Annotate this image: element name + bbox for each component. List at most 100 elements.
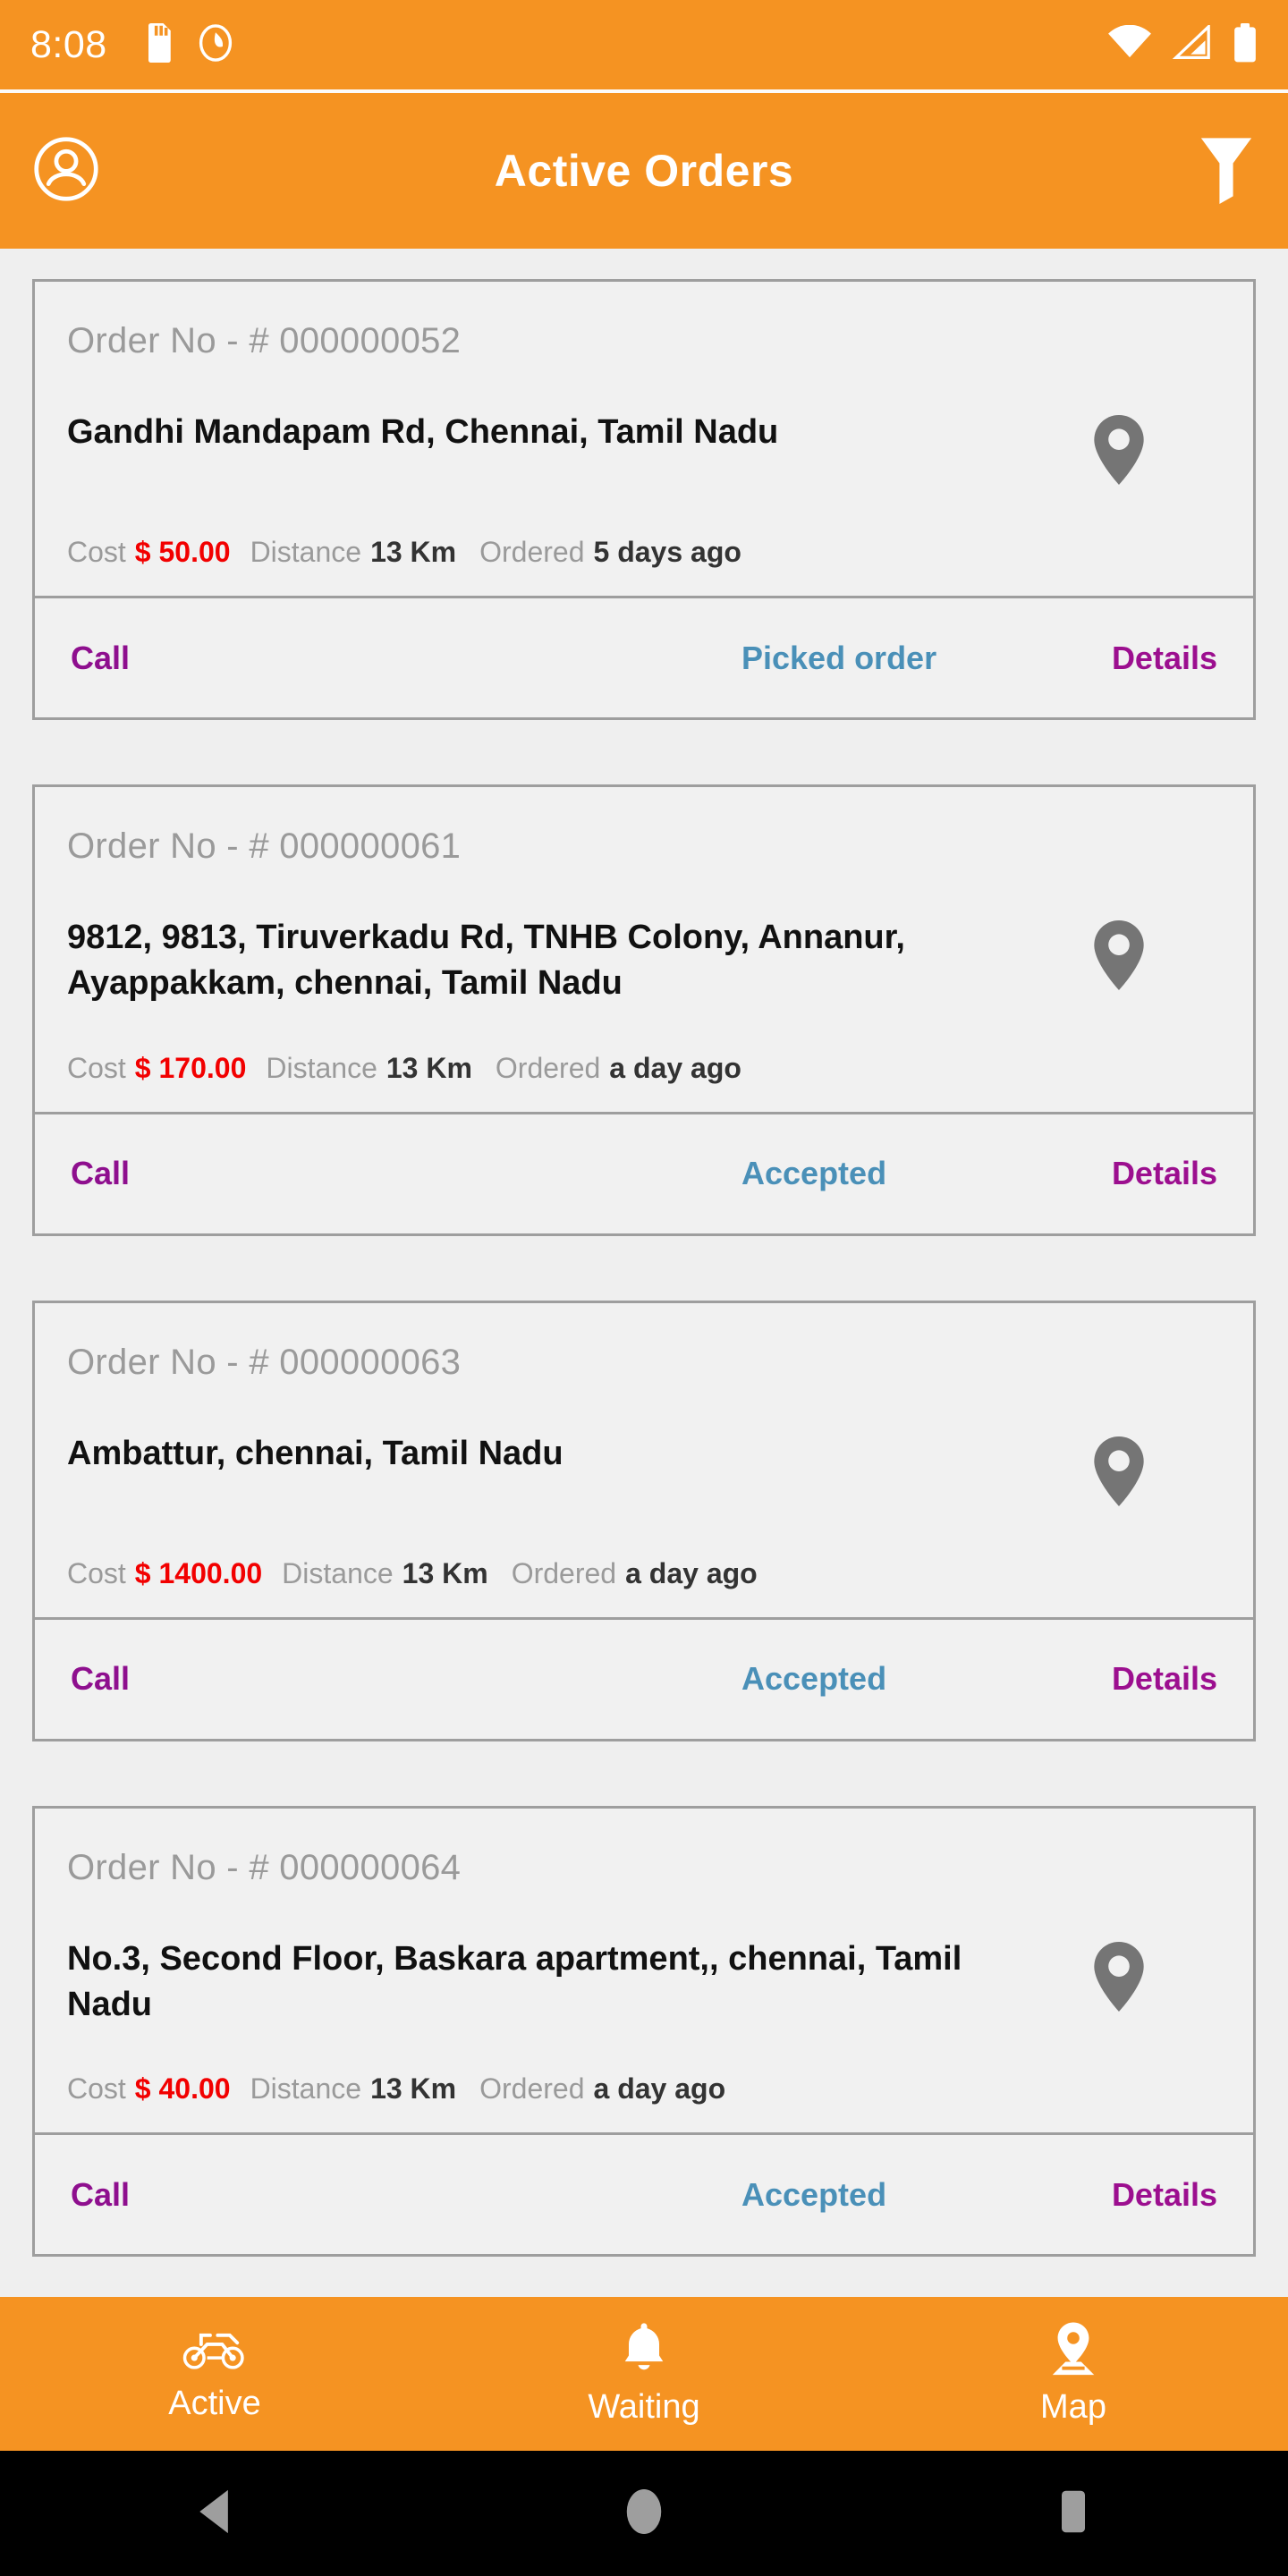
distance-label: Distance [250, 2072, 362, 2106]
order-address: 9812, 9813, Tiruverkadu Rd, TNHB Colony,… [67, 919, 905, 1003]
details-button[interactable]: Details [1112, 1155, 1217, 1192]
android-navigation-bar [0, 2451, 1288, 2576]
ordered-value: a day ago [609, 1051, 741, 1084]
call-button[interactable]: Call [71, 640, 130, 677]
distance-value: 13 Km [386, 1051, 472, 1084]
call-button[interactable]: Call [71, 1660, 130, 1698]
ordered-label: Ordered [511, 1556, 617, 1589]
order-address: Gandhi Mandapam Rd, Chennai, Tamil Nadu [67, 413, 779, 451]
map-pin-icon [1091, 1940, 1147, 2018]
nav-tab-active-label: Active [168, 2385, 261, 2422]
ordered-label: Ordered [479, 536, 585, 568]
distance-value: 13 Km [370, 2072, 457, 2106]
call-button[interactable]: Call [71, 1155, 130, 1192]
ordered-value: 5 days ago [593, 536, 741, 568]
map-pin-icon [1091, 413, 1147, 491]
home-circle-icon [622, 2487, 666, 2540]
recents-square-icon [1053, 2488, 1094, 2539]
map-pin-icon [1091, 1435, 1147, 1513]
nav-tab-waiting-label: Waiting [588, 2388, 700, 2426]
order-status-button[interactable]: Accepted [741, 2176, 886, 2214]
cell-signal-icon [1172, 22, 1213, 65]
order-card[interactable]: Order No - # 000000064 No.3, Second Floo… [32, 1805, 1256, 2258]
cost-label: Cost [67, 2072, 126, 2106]
order-number: Order No - # 000000063 [67, 1342, 462, 1382]
account-button[interactable] [32, 135, 100, 208]
order-card-body: Order No - # 000000064 No.3, Second Floo… [35, 1809, 1253, 2133]
sd-card-icon [143, 22, 174, 67]
android-recents-button[interactable] [859, 2488, 1288, 2539]
map-pin-button[interactable] [1087, 1431, 1151, 1513]
order-actions: Call Accepted Details [35, 1616, 1253, 1739]
phone-screen: 8:08 Active Orders Order No - # 00000005… [0, 0, 1288, 2576]
bell-icon [618, 2321, 670, 2381]
wifi-icon [1107, 24, 1152, 65]
status-bar-clock: 8:08 [30, 22, 107, 66]
battery-icon [1233, 22, 1258, 67]
distance-label: Distance [282, 1556, 394, 1589]
order-meta: Cost $ 1400.00 Distance 13 Km Ordered a … [67, 1557, 1221, 1590]
cost-label: Cost [67, 1051, 126, 1084]
distance-label: Distance [250, 536, 362, 568]
order-status-button[interactable]: Accepted [741, 1155, 886, 1192]
cost-value: $ 40.00 [134, 2072, 231, 2106]
back-triangle-icon [194, 2488, 235, 2539]
ordered-label: Ordered [495, 1051, 601, 1084]
order-status-button[interactable]: Accepted [741, 1660, 886, 1698]
distance-value: 13 Km [370, 536, 457, 568]
map-pin-icon [1091, 919, 1147, 996]
nav-tab-waiting[interactable]: Waiting [429, 2321, 859, 2427]
order-card-body: Order No - # 000000063 Ambattur, chennai… [35, 1303, 1253, 1617]
cost-value: $ 1400.00 [134, 1556, 263, 1589]
nav-tab-map[interactable]: Map [859, 2321, 1288, 2427]
map-pin-button[interactable] [1087, 410, 1151, 491]
bottom-navigation: Active Waiting Map [0, 2297, 1288, 2451]
map-pin-button[interactable] [1087, 1936, 1151, 2018]
filter-funnel-icon [1197, 134, 1256, 208]
ordered-label: Ordered [479, 2072, 585, 2106]
order-actions: Call Accepted Details [35, 1111, 1253, 1233]
order-meta: Cost $ 40.00 Distance 13 Km Ordered a da… [67, 2072, 1221, 2106]
page-title: Active Orders [494, 146, 794, 196]
order-address-row: Ambattur, chennai, Tamil Nadu [67, 1431, 1221, 1513]
order-status-button[interactable]: Picked order [741, 640, 936, 677]
call-button[interactable]: Call [71, 2176, 130, 2214]
order-number: Order No - # 000000061 [67, 826, 462, 866]
cost-label: Cost [67, 1556, 126, 1589]
distance-label: Distance [266, 1051, 377, 1084]
order-card-body: Order No - # 000000052 Gandhi Mandapam R… [35, 282, 1253, 596]
orders-list[interactable]: Order No - # 000000052 Gandhi Mandapam R… [0, 249, 1288, 2576]
order-address-row: No.3, Second Floor, Baskara apartment,, … [67, 1936, 1221, 2029]
details-button[interactable]: Details [1112, 2176, 1217, 2214]
do-not-disturb-icon [197, 23, 234, 66]
order-card[interactable]: Order No - # 000000061 9812, 9813, Tiruv… [32, 784, 1256, 1236]
order-meta: Cost $ 50.00 Distance 13 Km Ordered 5 da… [67, 536, 1221, 569]
app-bar: Active Orders [0, 93, 1288, 249]
nav-tab-active[interactable]: Active [0, 2325, 429, 2423]
nav-tab-map-label: Map [1040, 2388, 1106, 2426]
account-circle-icon [32, 135, 100, 208]
order-card[interactable]: Order No - # 000000063 Ambattur, chennai… [32, 1300, 1256, 1741]
cost-value: $ 50.00 [134, 536, 231, 568]
ordered-value: a day ago [625, 1556, 758, 1589]
details-button[interactable]: Details [1112, 640, 1217, 677]
status-bar-left-icons [143, 22, 234, 67]
status-bar-right-icons [1107, 22, 1258, 67]
status-bar: 8:08 [0, 0, 1288, 93]
order-number: Order No - # 000000064 [67, 1847, 462, 1887]
map-pin-button[interactable] [1087, 915, 1151, 996]
details-button[interactable]: Details [1112, 1660, 1217, 1698]
order-card[interactable]: Order No - # 000000052 Gandhi Mandapam R… [32, 279, 1256, 720]
order-address: Ambattur, chennai, Tamil Nadu [67, 1434, 564, 1472]
cost-label: Cost [67, 536, 126, 568]
cost-value: $ 170.00 [134, 1051, 247, 1084]
order-address-row: Gandhi Mandapam Rd, Chennai, Tamil Nadu [67, 410, 1221, 491]
ordered-value: a day ago [593, 2072, 726, 2106]
order-card-body: Order No - # 000000061 9812, 9813, Tiruv… [35, 787, 1253, 1112]
order-address: No.3, Second Floor, Baskara apartment,, … [67, 1939, 962, 2023]
filter-button[interactable] [1197, 134, 1256, 208]
android-back-button[interactable] [0, 2488, 429, 2539]
android-home-button[interactable] [429, 2487, 859, 2540]
motorcycle-icon [182, 2325, 248, 2377]
order-meta: Cost $ 170.00 Distance 13 Km Ordered a d… [67, 1052, 1221, 1085]
